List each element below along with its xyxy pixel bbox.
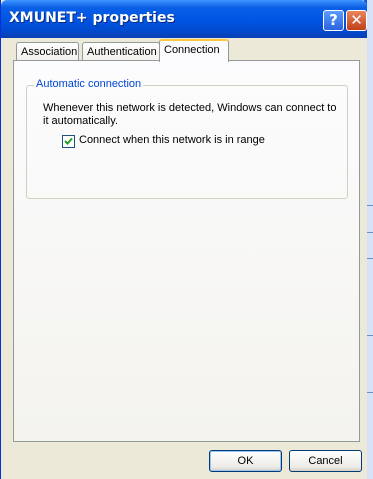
automatic-connection-group: Automatic connection Whenever this netwo… <box>26 78 348 199</box>
tab-label: Authentication <box>87 46 157 58</box>
checkmark-icon <box>64 137 73 145</box>
tab-label: Connection <box>164 44 220 56</box>
tab-connection[interactable]: Connection <box>159 39 229 62</box>
ok-button[interactable]: OK <box>209 450 282 472</box>
connect-in-range-label[interactable]: Connect when this network is in range <box>79 134 265 146</box>
close-button[interactable]: ✕ <box>346 10 367 31</box>
tab-authentication[interactable]: Authentication <box>82 42 160 62</box>
tab-label: Association <box>21 46 78 58</box>
description-text: Whenever this network is detected, Windo… <box>43 102 337 127</box>
tab-association[interactable]: Association <box>16 42 79 62</box>
title-bar[interactable]: XMUNET+ properties ? ✕ <box>1 0 367 38</box>
cancel-button[interactable]: Cancel <box>289 450 362 472</box>
dialog-content: Association Authentication Connection Au… <box>1 38 367 479</box>
help-button[interactable]: ? <box>323 10 344 31</box>
window-title: XMUNET+ properties <box>9 10 175 26</box>
desktop-background <box>366 0 373 479</box>
connect-in-range-checkbox[interactable] <box>62 135 75 148</box>
close-icon: ✕ <box>350 11 363 29</box>
properties-dialog: XMUNET+ properties ? ✕ Association Authe… <box>0 0 367 479</box>
group-title: Automatic connection <box>34 78 144 90</box>
tab-panel: Automatic connection Whenever this netwo… <box>13 60 360 442</box>
help-icon: ? <box>329 11 338 29</box>
